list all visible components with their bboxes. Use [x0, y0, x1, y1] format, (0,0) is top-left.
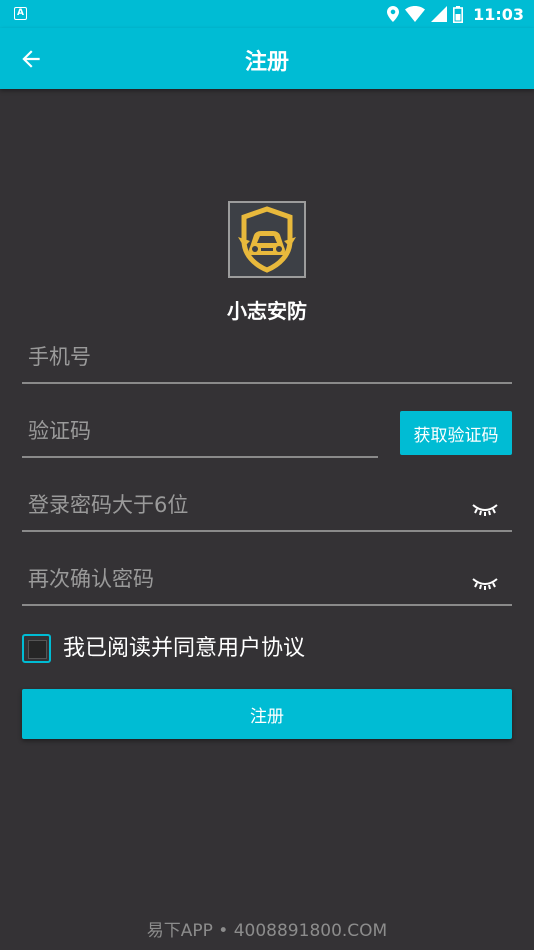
register-button[interactable]: 注册	[22, 689, 512, 739]
notification-icon: A	[14, 7, 27, 20]
confirm-password-input[interactable]	[22, 554, 512, 604]
wifi-icon	[405, 6, 426, 22]
phone-input[interactable]	[22, 332, 512, 382]
status-time: 11:03	[473, 4, 524, 24]
code-input[interactable]	[22, 406, 378, 456]
app-logo	[228, 201, 306, 278]
status-bar: A 11:03	[0, 0, 534, 28]
signal-icon	[431, 6, 448, 22]
eye-closed-icon[interactable]	[472, 502, 498, 518]
shield-car-logo	[230, 203, 304, 276]
location-icon	[387, 6, 400, 22]
page-title: 注册	[244, 50, 289, 75]
eye-closed-icon[interactable]	[472, 576, 498, 592]
confirm-password-field-container	[22, 554, 512, 606]
password-field-container	[22, 480, 512, 532]
agreement-checkbox[interactable]	[22, 634, 51, 663]
get-code-button[interactable]: 获取验证码	[400, 411, 512, 455]
app-name: 小志安防	[227, 299, 307, 323]
agreement-label[interactable]: 我已阅读并同意用户协议	[63, 634, 305, 663]
status-icons: 11:03	[387, 0, 524, 28]
phone-field-container	[22, 332, 512, 384]
code-field-container	[22, 406, 378, 458]
app-bar: 注册	[0, 28, 534, 89]
password-input[interactable]	[22, 480, 512, 530]
battery-icon	[453, 5, 464, 23]
footer-watermark: 易下APP • 4008891800.COM	[146, 921, 388, 941]
